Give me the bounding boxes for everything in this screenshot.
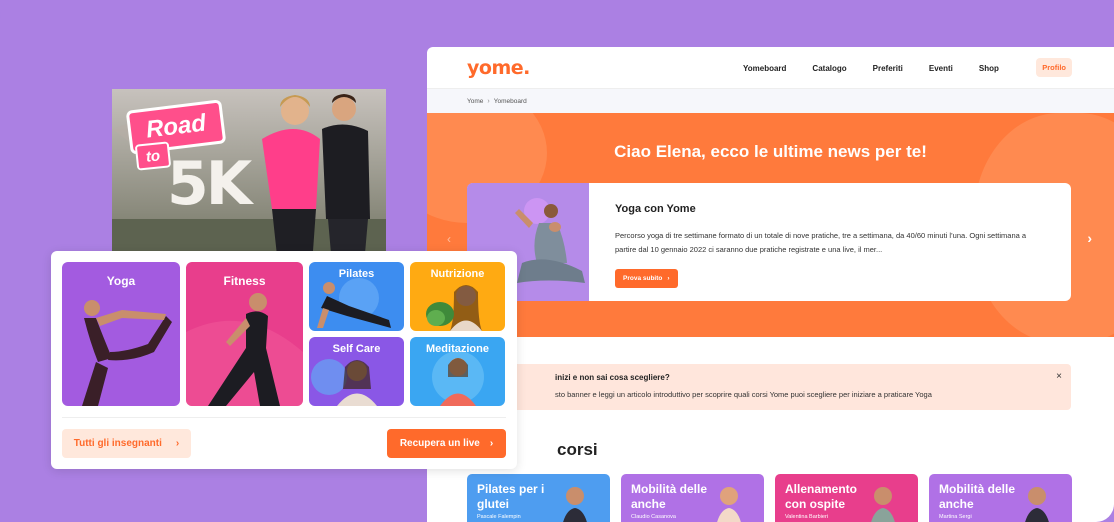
breadcrumb-current: Yomeboard — [493, 97, 527, 105]
recover-live-label: Recupera un live — [399, 438, 480, 449]
course-card[interactable]: Mobilità delle anche Martina Sergi — [929, 474, 1072, 522]
road-to-5k-photo: Road to 5K — [112, 89, 386, 265]
nav-shop[interactable]: Shop — [979, 64, 999, 73]
breadcrumb-home[interactable]: Yome — [467, 98, 483, 105]
breadcrumb-separator: › — [487, 97, 490, 105]
all-teachers-button[interactable]: Tutti gli insegnanti › — [62, 429, 191, 458]
info-banner-title: inizi e non sai cosa scegliere? — [555, 373, 670, 382]
course-card[interactable]: Pilates per i glutei Pascale Falempin — [467, 474, 610, 522]
nav-eventi[interactable]: Eventi — [929, 64, 953, 73]
category-fitness[interactable]: Fitness — [186, 262, 303, 406]
news-card: Yoga con Yome Percorso yoga di tre setti… — [467, 183, 1071, 301]
course-teacher: Claudio Casanova — [631, 514, 676, 520]
category-nutrizione[interactable]: Nutrizione — [410, 262, 505, 331]
nav-catalogo[interactable]: Catalogo — [812, 64, 846, 73]
5k-label: 5K — [167, 149, 252, 219]
nav-preferiti[interactable]: Preferiti — [873, 64, 903, 73]
hero-banner: Ciao Elena, ecco le ultime news per te! … — [427, 113, 1114, 337]
category-self-care[interactable]: Self Care — [309, 337, 404, 406]
category-label: Pilates — [338, 268, 375, 280]
to-label: to — [134, 141, 172, 171]
profile-button[interactable]: Profilo — [1036, 58, 1072, 77]
logo[interactable]: yome. — [467, 57, 530, 79]
info-banner-text[interactable]: sto banner e leggi un articolo introdutt… — [555, 390, 1059, 399]
breadcrumb: Yome › Yomeboard — [427, 89, 1114, 113]
categories-card: Yoga Fitness Pilates Nutrizione Self Car… — [51, 251, 517, 469]
category-yoga[interactable]: Yoga — [62, 262, 180, 406]
category-label: Fitness — [223, 274, 266, 288]
category-meditazione[interactable]: Meditazione — [410, 337, 505, 406]
course-title: Mobilità delle anche — [939, 482, 1016, 511]
main-nav: Yomeboard Catalogo Preferiti Eventi Shop — [743, 47, 1025, 89]
news-card-body: Yoga con Yome Percorso yoga di tre setti… — [589, 183, 1071, 301]
chevron-right-icon: › — [667, 275, 670, 282]
close-icon[interactable]: × — [1056, 371, 1062, 382]
course-title: Mobilità delle anche — [631, 482, 708, 511]
course-title: Allenamento con ospite — [785, 482, 858, 511]
carousel-prev-icon[interactable]: ‹ — [447, 232, 451, 246]
course-card[interactable]: Allenamento con ospite Valentina Barbier… — [775, 474, 918, 522]
info-banner: inizi e non sai cosa scegliere? sto bann… — [467, 364, 1071, 410]
carousel-next-icon[interactable]: › — [1087, 230, 1092, 246]
chevron-right-icon: › — [175, 438, 180, 449]
nav-yomeboard[interactable]: Yomeboard — [743, 64, 786, 73]
course-card[interactable]: Mobilità delle anche Claudio Casanova — [621, 474, 764, 522]
courses-list: Pilates per i glutei Pascale Falempin Mo… — [467, 474, 1072, 522]
category-label: Meditazione — [426, 343, 489, 355]
try-now-label: Prova subito — [623, 275, 663, 282]
category-label: Self Care — [332, 343, 381, 355]
course-teacher: Martina Sergi — [939, 514, 972, 520]
all-teachers-label: Tutti gli insegnanti — [73, 438, 162, 449]
website-window: yome. Yomeboard Catalogo Preferiti Event… — [427, 47, 1114, 522]
course-teacher: Valentina Barbieri — [785, 514, 829, 520]
divider — [62, 417, 506, 418]
news-card-title[interactable]: Yoga con Yome — [615, 203, 1045, 215]
news-card-text: Percorso yoga di tre settimane formato d… — [615, 231, 1027, 254]
stage: yome. Yomeboard Catalogo Preferiti Event… — [0, 0, 1114, 522]
top-navigation: yome. Yomeboard Catalogo Preferiti Event… — [427, 47, 1114, 89]
category-pilates[interactable]: Pilates — [309, 262, 404, 331]
course-teacher: Pascale Falempin — [477, 514, 521, 520]
category-label: Yoga — [106, 274, 136, 288]
category-label: Nutrizione — [430, 268, 485, 280]
try-now-button[interactable]: Prova subito › — [615, 269, 678, 288]
course-title: Pilates per i glutei — [477, 482, 545, 511]
chevron-right-icon: › — [489, 438, 494, 449]
hero-title: Ciao Elena, ecco le ultime news per te! — [614, 142, 927, 161]
recover-live-button[interactable]: Recupera un live › — [387, 429, 506, 458]
